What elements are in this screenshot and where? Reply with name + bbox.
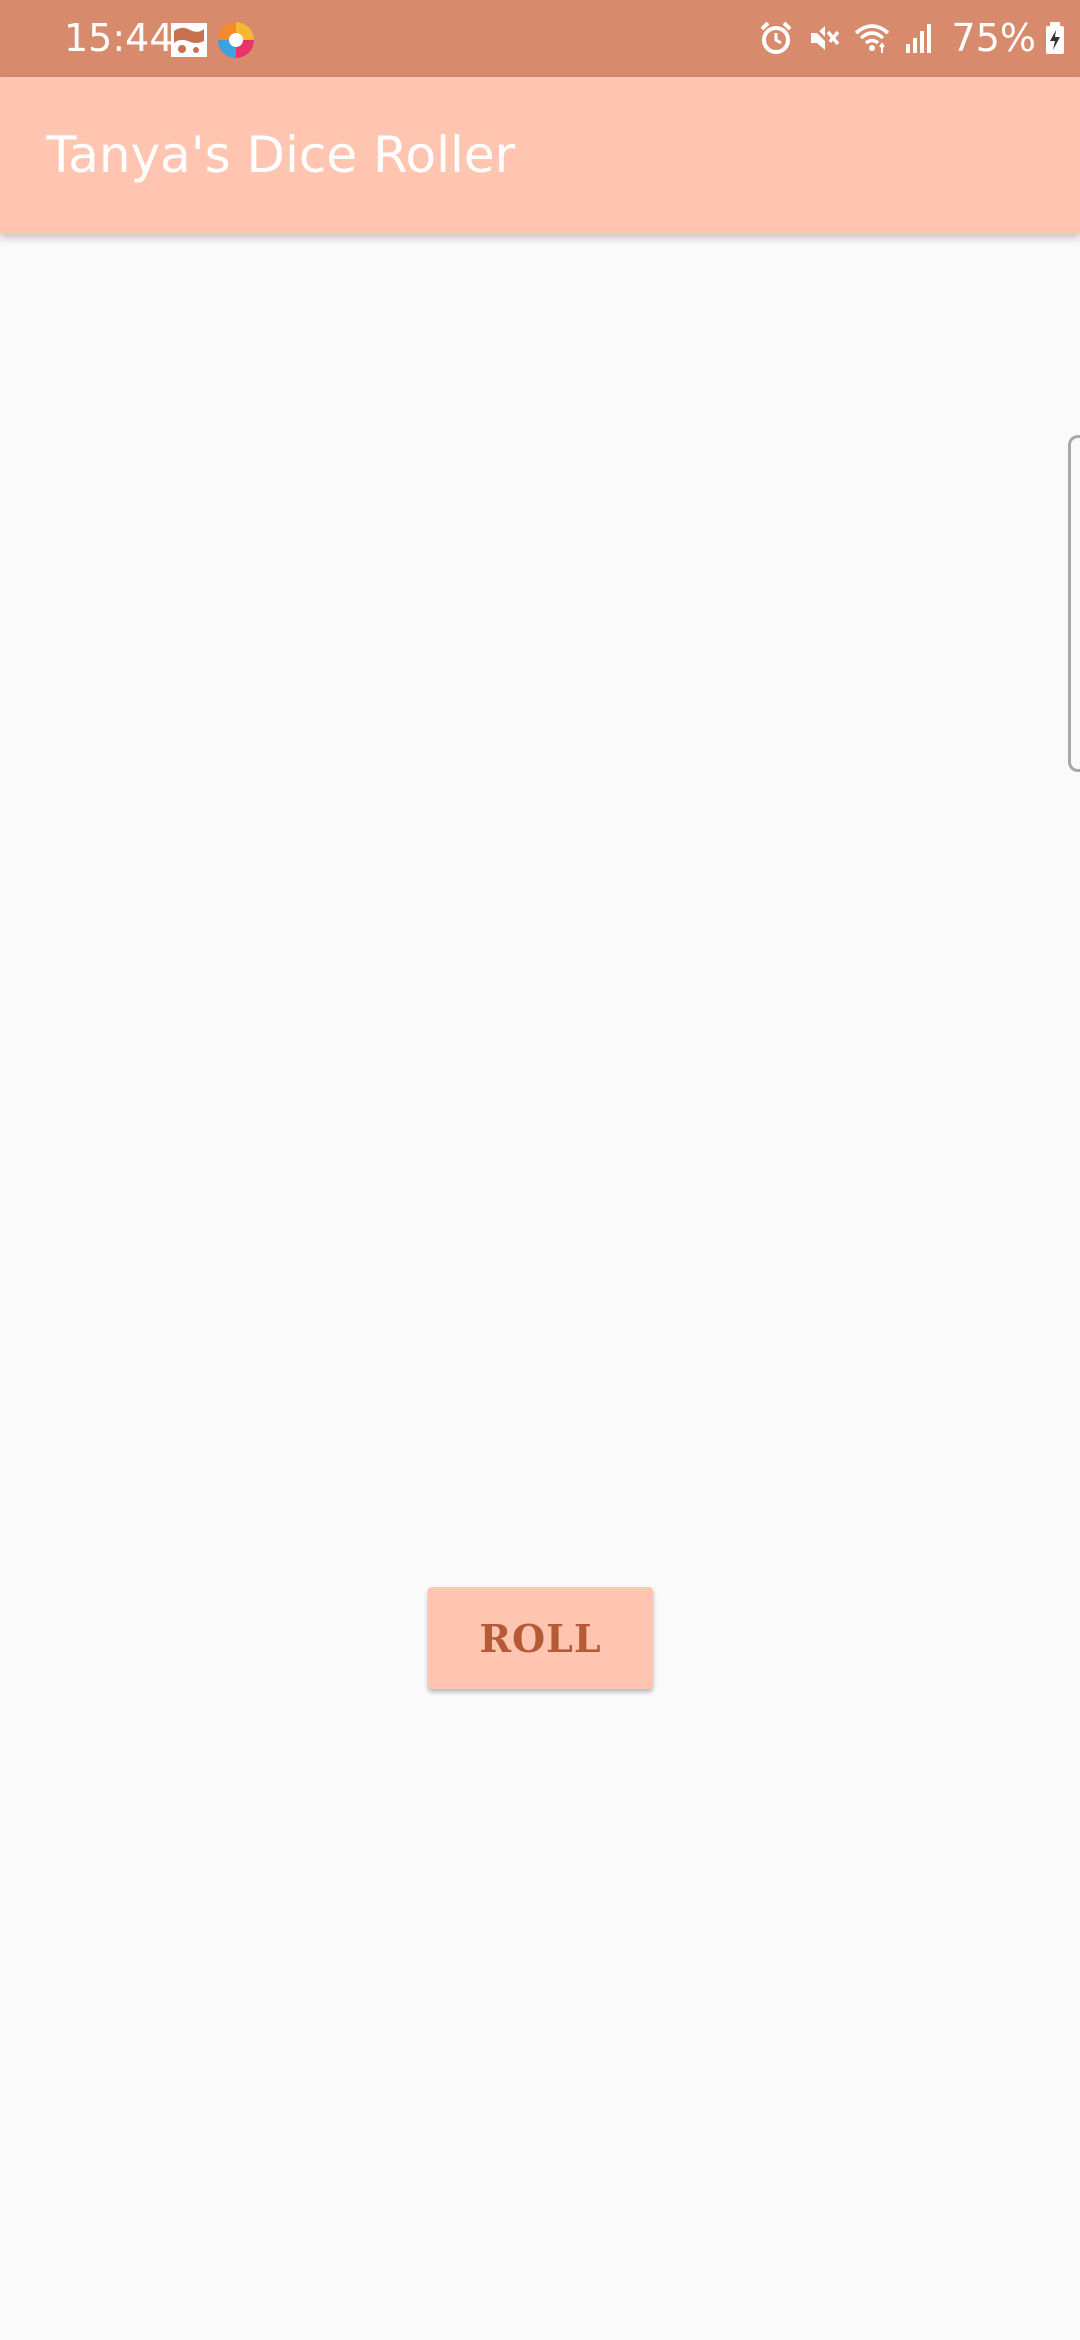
colorful-app-notification-icon bbox=[217, 21, 255, 59]
battery-charging-icon bbox=[1046, 22, 1064, 54]
status-icons: 75% bbox=[746, 16, 1066, 60]
photo-notification-icon bbox=[170, 21, 208, 59]
signal-icon bbox=[905, 24, 931, 53]
app-title: Tanya's Dice Roller bbox=[46, 126, 516, 184]
mute-icon bbox=[807, 21, 840, 55]
battery-percent: 75% bbox=[951, 16, 1036, 60]
alarm-icon bbox=[760, 21, 791, 54]
roll-button[interactable]: ROLL bbox=[428, 1587, 653, 1689]
main-content bbox=[0, 234, 1080, 2340]
wifi-icon bbox=[854, 24, 889, 53]
edge-panel-handle[interactable] bbox=[1068, 435, 1080, 772]
app-bar: Tanya's Dice Roller bbox=[0, 77, 1080, 234]
status-bar: 15:44 75% bbox=[0, 0, 1080, 77]
status-time: 15:44 bbox=[64, 16, 174, 60]
